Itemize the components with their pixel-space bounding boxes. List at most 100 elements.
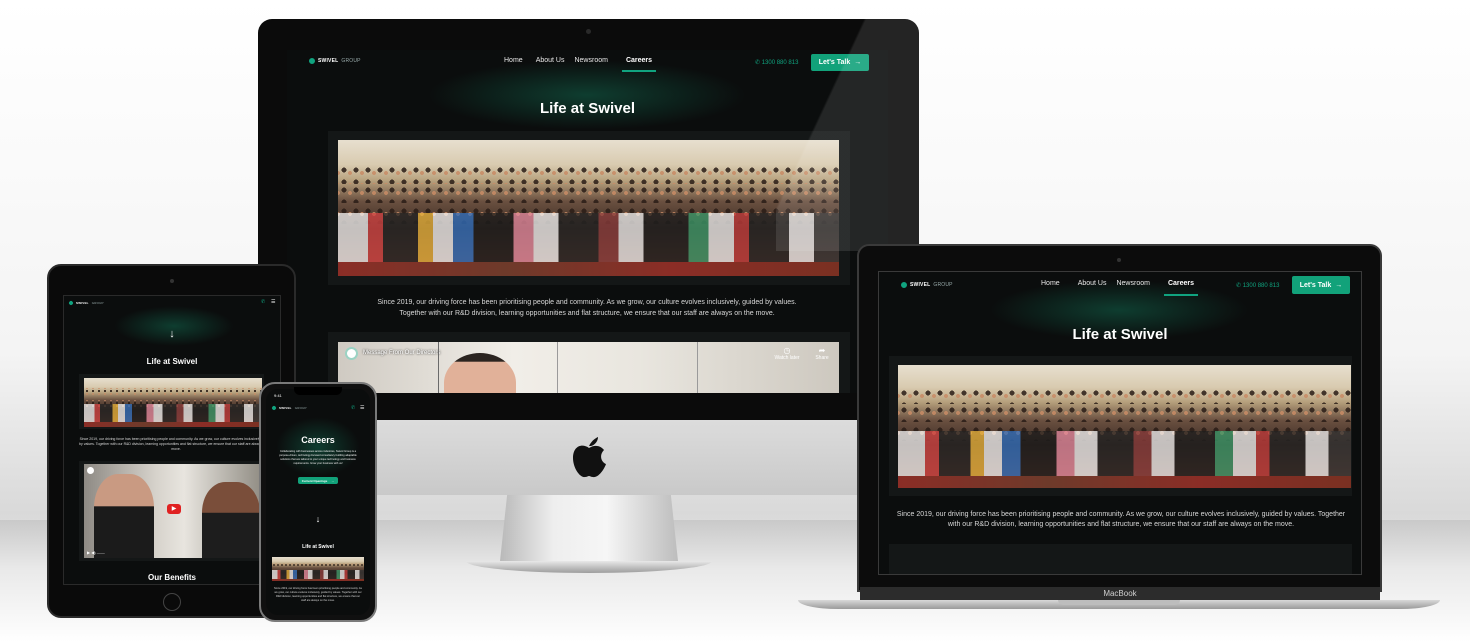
share-button[interactable]: ➦ Share bbox=[810, 346, 834, 361]
logo-mark-icon bbox=[68, 300, 74, 306]
team-photo bbox=[272, 557, 364, 581]
swivel-logo[interactable]: SWIVEL GROUP bbox=[899, 280, 953, 290]
benefits-title: Our Benefits bbox=[147, 573, 196, 582]
director-left bbox=[94, 474, 154, 558]
logo-text: SWIVEL bbox=[76, 301, 89, 305]
macbook-label: MacBook bbox=[860, 587, 1380, 600]
youtube-play-icon[interactable]: ▶ bbox=[167, 504, 181, 514]
photo-rug bbox=[338, 262, 839, 276]
ipad-camera bbox=[170, 279, 174, 283]
ipad-home-button bbox=[163, 593, 181, 611]
apple-logo-icon bbox=[573, 437, 606, 478]
section-title: Life at Swivel bbox=[146, 357, 198, 366]
main-menu: Home About Us Newsroom Careers bbox=[1041, 280, 1199, 296]
video-channel-avatar bbox=[345, 347, 358, 360]
body-text: Since 2019, our driving force has been p… bbox=[274, 587, 362, 602]
phone-link[interactable]: ✆ 1300 880 813 bbox=[1236, 282, 1279, 289]
team-photo bbox=[338, 140, 839, 276]
logo-text: SWIVEL bbox=[318, 58, 339, 64]
phone-number: 1300 880 813 bbox=[1242, 283, 1280, 289]
phone-icon[interactable]: ✆ bbox=[261, 299, 265, 305]
share-label: Share bbox=[815, 355, 829, 361]
section-title: Life at Swivel bbox=[1072, 326, 1168, 343]
logo-mark-icon bbox=[307, 56, 317, 66]
photo-rug bbox=[898, 475, 1351, 488]
crowd-clothing bbox=[84, 404, 262, 424]
video-controls[interactable]: ▶ ◀) —— bbox=[87, 550, 105, 555]
nav-about-us[interactable]: About Us bbox=[1078, 280, 1107, 296]
section-title: Life at Swivel bbox=[302, 544, 334, 550]
clock-icon: ◷ bbox=[783, 346, 791, 355]
logo-text: SWIVEL bbox=[279, 406, 292, 410]
video-card bbox=[889, 544, 1352, 574]
director-video[interactable]: Message From Our Directors ◷ Watch later… bbox=[338, 342, 839, 393]
status-time: 9:41 bbox=[274, 393, 282, 398]
logo-subtext: GROUP bbox=[933, 282, 953, 288]
arrow-right-icon: → bbox=[1335, 281, 1343, 289]
arrow-down-icon: ↓ bbox=[315, 514, 321, 524]
iphone-screen: 9:41 SWIVEL GROUP ✆ ☰ Careers Collaborati… bbox=[266, 389, 370, 615]
video-title: Message From Our Directors bbox=[363, 350, 441, 356]
swivel-logo[interactable]: SWIVEL GROUP bbox=[68, 300, 104, 306]
photo-rug bbox=[84, 422, 262, 427]
nav-newsroom[interactable]: Newsroom bbox=[1116, 280, 1149, 296]
body-text: Since 2019, our driving force has been p… bbox=[79, 437, 273, 451]
crowd-clothing bbox=[898, 431, 1351, 479]
careers-text: Collaborating with businesses across ind… bbox=[279, 450, 357, 465]
iphone-notch bbox=[294, 387, 342, 395]
share-icon: ➦ bbox=[818, 346, 826, 355]
photo-rug bbox=[272, 578, 364, 581]
hero-glow bbox=[276, 417, 360, 477]
logo-subtext: GROUP bbox=[294, 406, 307, 410]
nav-newsroom[interactable]: Newsroom bbox=[574, 57, 607, 72]
arrow-down-icon: ↓ bbox=[169, 328, 175, 340]
phone-icon: ✆ bbox=[755, 60, 761, 66]
openings-label: Current Openings bbox=[301, 478, 328, 483]
arrow-right-icon: → bbox=[331, 478, 335, 483]
hamburger-menu-icon[interactable]: ☰ bbox=[360, 405, 364, 411]
macbook-navbar: SWIVEL GROUP Home About Us Newsroom Caree… bbox=[879, 272, 1361, 298]
team-photo bbox=[898, 365, 1351, 488]
nav-home[interactable]: Home bbox=[504, 57, 523, 72]
hero-glow bbox=[114, 306, 234, 346]
crowd-row-back bbox=[272, 563, 364, 567]
current-openings-button[interactable]: Current Openings → bbox=[298, 477, 338, 484]
macbook-notch bbox=[1058, 600, 1180, 605]
careers-title: Careers bbox=[301, 435, 335, 445]
video-divider-b bbox=[557, 342, 558, 393]
body-text: Since 2019, our driving force has been p… bbox=[377, 299, 797, 317]
crowd-row-back bbox=[84, 387, 262, 395]
logo-subtext: GROUP bbox=[91, 301, 104, 305]
nav-about-us[interactable]: About Us bbox=[536, 57, 565, 72]
nav-careers[interactable]: Careers bbox=[1163, 280, 1199, 296]
ipad-screen: SWIVEL GROUP ✆ ☰ ↓ Life at Swivel Since 2… bbox=[63, 295, 281, 585]
macbook-camera bbox=[1117, 258, 1121, 262]
video-divider-a bbox=[438, 342, 439, 393]
director-video[interactable]: ▶ ▶ ◀) —— bbox=[84, 464, 266, 558]
video-channel-avatar bbox=[87, 467, 94, 474]
crowd-row-back bbox=[338, 164, 839, 184]
crowd-row-back bbox=[898, 387, 1351, 405]
director-right bbox=[202, 482, 260, 558]
crowd-row-middle bbox=[898, 404, 1351, 422]
logo-text: SWIVEL bbox=[910, 282, 931, 288]
logo-mark-icon bbox=[271, 405, 277, 411]
lets-talk-button[interactable]: Let's Talk→ bbox=[1292, 276, 1350, 294]
logo-mark-icon bbox=[899, 280, 909, 290]
phone-icon: ✆ bbox=[1236, 283, 1242, 289]
crowd-clothing bbox=[338, 213, 839, 266]
swivel-logo[interactable]: SWIVEL GROUP bbox=[307, 56, 361, 66]
watch-later-button[interactable]: ◷ Watch later bbox=[772, 346, 802, 361]
phone-icon[interactable]: ✆ bbox=[351, 405, 355, 411]
macbook-screen: SWIVEL GROUP Home About Us Newsroom Caree… bbox=[878, 271, 1362, 575]
imac-camera bbox=[586, 29, 591, 34]
imac-glare bbox=[776, 19, 919, 251]
nav-home[interactable]: Home bbox=[1041, 280, 1060, 296]
nav-careers[interactable]: Careers bbox=[621, 57, 657, 72]
watch-later-label: Watch later bbox=[774, 355, 800, 361]
swivel-logo[interactable]: SWIVEL GROUP bbox=[271, 405, 307, 411]
cta-label: Let's Talk bbox=[1299, 281, 1332, 289]
video-divider-c bbox=[697, 342, 698, 393]
hamburger-menu-icon[interactable]: ☰ bbox=[271, 299, 275, 305]
logo-subtext: GROUP bbox=[341, 58, 361, 64]
